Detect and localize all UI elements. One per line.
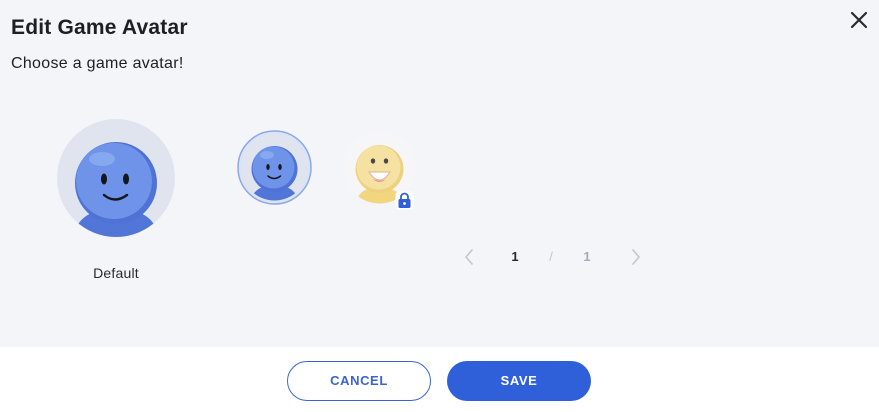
avatar-option-blue[interactable] <box>237 130 312 205</box>
chevron-right-icon <box>632 249 640 265</box>
blue-smiley-avatar-icon <box>237 130 312 205</box>
close-button[interactable] <box>846 7 872 33</box>
pagination-current-page: 1 <box>511 249 519 264</box>
pagination-separator: / <box>549 249 553 264</box>
dialog-title: Edit Game Avatar <box>11 16 188 39</box>
current-avatar-preview <box>57 119 175 237</box>
blue-smiley-avatar-icon <box>57 119 175 237</box>
chevron-left-icon <box>465 249 473 265</box>
pagination-total-pages: 1 <box>583 249 591 264</box>
pagination-prev-button[interactable] <box>460 246 478 268</box>
lock-icon <box>395 191 414 210</box>
save-button[interactable]: SAVE <box>447 361 591 401</box>
current-avatar-label: Default <box>93 265 139 281</box>
close-icon <box>850 11 868 29</box>
pagination-next-button[interactable] <box>627 246 645 268</box>
dialog-subtitle: Choose a game avatar! <box>11 55 184 72</box>
cancel-button[interactable]: CANCEL <box>287 361 431 401</box>
